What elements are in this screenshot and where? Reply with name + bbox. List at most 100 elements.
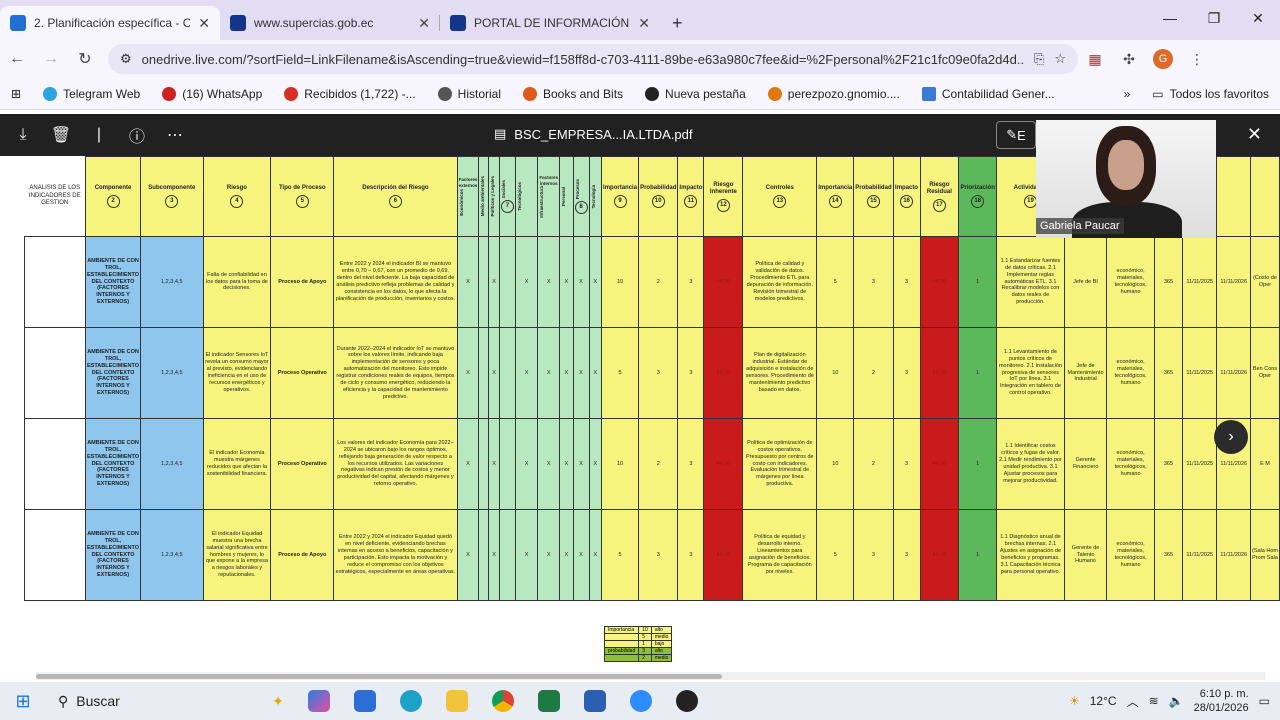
factor-column: Tecnología — [588, 156, 603, 237]
probabilidad-cell: 3 — [638, 509, 679, 601]
wifi-icon[interactable]: ≋ — [1149, 694, 1159, 708]
forward-icon[interactable]: → — [34, 50, 68, 68]
store-icon[interactable] — [342, 682, 388, 720]
factor-mark: X — [537, 236, 561, 328]
minimize-icon[interactable]: — — [1148, 0, 1192, 36]
browser-toolbar: ← → ↻ ⚙ onedrive.live.com/?sortField=Lin… — [0, 40, 1280, 78]
riesgo-residual-cell: 44,70 — [919, 509, 960, 601]
menu-dots-icon[interactable]: ⋮ — [1180, 51, 1214, 68]
factor-column: Factores internos Infraestructura — [537, 156, 561, 237]
subcomponente-cell: 1,2,3,4,5 — [140, 327, 204, 419]
zoom-icon[interactable] — [618, 682, 664, 720]
factor-mark: X — [514, 509, 539, 601]
probabilidad-cell: 2 — [853, 327, 894, 419]
componente-cell: AMBIENTE DE CON TROL, ESTABLECIMIENTO DE… — [84, 236, 142, 328]
bookmarks-bar: ⊞ Telegram Web (16) WhatsApp Recibidos (… — [0, 78, 1280, 110]
copilot-icon[interactable] — [296, 682, 342, 720]
controles-cell: Política de equidad y desarrollo interno… — [742, 509, 818, 601]
actividades-cell: 1.1 Diagnóstico anual de brechas interna… — [996, 509, 1065, 601]
bookmark-star-icon[interactable]: ☆ — [1054, 51, 1066, 67]
more-icon[interactable]: ⋯ — [160, 125, 190, 145]
riesgo-inherente-cell: 44,70 — [703, 509, 744, 601]
info-icon[interactable]: ⓘ — [122, 123, 152, 147]
next-page-button[interactable]: › — [1214, 420, 1248, 454]
chevron-up-icon[interactable]: ︿ — [1127, 693, 1139, 710]
importancia-cell: 5 — [816, 509, 855, 601]
all-favorites[interactable]: ▭ Todos los favoritos — [1141, 87, 1280, 101]
factor-mark: X — [456, 418, 480, 510]
start-button[interactable]: ⊞ — [0, 682, 46, 720]
factor-column: Personal — [559, 156, 574, 237]
riesgo-cell: Falta de confiabilidad en los datos para… — [202, 236, 272, 328]
explorer-icon[interactable] — [434, 682, 480, 720]
video-call-overlay: Gabriela Paucar — [1036, 120, 1216, 238]
impacto-cell: 3 — [677, 418, 705, 510]
extension-icon[interactable]: ▦ — [1078, 51, 1112, 68]
chrome-icon[interactable] — [480, 682, 526, 720]
bookmark-telegram[interactable]: Telegram Web — [32, 86, 151, 101]
fecha-inicio-cell: 11/11/2025 — [1181, 418, 1218, 510]
actividades-cell: 1.1 Estandarizar fuentes de datos crític… — [996, 236, 1065, 328]
apps-grid-icon[interactable]: ⊞ — [0, 87, 32, 101]
importancia-cell: 10 — [601, 236, 640, 328]
legend-cell: alto — [650, 626, 673, 634]
close-tab-icon[interactable]: ✕ — [418, 15, 430, 32]
factor-mark — [478, 236, 490, 328]
back-icon[interactable]: ← — [0, 50, 34, 68]
restore-icon[interactable]: ❐ — [1192, 0, 1236, 36]
horizontal-scrollbar[interactable] — [36, 672, 1266, 680]
edit-button[interactable]: ✎ E — [996, 121, 1036, 149]
bookmark-books[interactable]: Books and Bits — [512, 86, 634, 101]
notification-icon[interactable]: ▭ — [1259, 694, 1270, 708]
row-label-cell — [24, 418, 86, 510]
word-icon[interactable] — [572, 682, 618, 720]
extensions-puzzle-icon[interactable]: ✣ — [1112, 51, 1146, 68]
clock[interactable]: 6:10 p. m. 28/01/2026 — [1194, 687, 1249, 715]
media-icon[interactable] — [664, 682, 710, 720]
reload-icon[interactable]: ↻ — [68, 49, 102, 69]
delete-icon[interactable]: 🗑 — [46, 125, 76, 145]
close-viewer-icon[interactable]: ✕ — [1247, 124, 1262, 145]
site-info-icon[interactable]: ⚙ — [120, 51, 132, 67]
impacto-cell: 3 — [892, 236, 921, 328]
address-bar[interactable]: ⚙ onedrive.live.com/?sortField=LinkFilen… — [108, 44, 1078, 74]
bookmark-nueva[interactable]: Nueva pestaña — [634, 86, 757, 101]
impacto-cell: 3 — [892, 418, 921, 510]
table-row: AMBIENTE DE CON TROL, ESTABLECIMIENTO DE… — [24, 509, 1280, 601]
bookmark-gmail[interactable]: Recibidos (1,722) -... — [273, 86, 426, 101]
close-tab-icon[interactable]: ✕ — [638, 15, 650, 32]
close-tab-icon[interactable]: ✕ — [198, 15, 210, 32]
tab-portal[interactable]: PORTAL DE INFORMACIÓN / C ✕ — [440, 6, 660, 40]
new-tab-button[interactable]: + — [660, 6, 695, 40]
close-window-icon[interactable]: ✕ — [1236, 0, 1280, 36]
factor-mark: X — [514, 236, 539, 328]
fecha-inicio-cell: 11/11/2025 — [1181, 509, 1218, 601]
factor-mark: X — [514, 327, 539, 419]
dias-cell: 365 — [1153, 236, 1184, 328]
priorizacion-cell: 1 — [958, 236, 998, 328]
edge-icon[interactable] — [388, 682, 434, 720]
componente-cell: AMBIENTE DE CON TROL, ESTABLECIMIENTO DE… — [84, 418, 142, 510]
column-header: Tipo de Proceso 5 — [270, 156, 335, 237]
volume-icon[interactable]: 🔈 — [1169, 694, 1184, 708]
subcomponente-cell: 1,2,3,4,5 — [140, 418, 204, 510]
riesgo-residual-cell: 44,70 — [919, 418, 960, 510]
bookmark-contabilidad[interactable]: Contabilidad Gener... — [911, 86, 1066, 101]
bookmarks-overflow[interactable]: » — [1113, 87, 1142, 101]
bookmark-whatsapp[interactable]: (16) WhatsApp — [151, 86, 273, 101]
install-app-icon[interactable]: ⎘ — [1034, 51, 1044, 67]
fecha-fin-cell: 11/11/2026 — [1216, 509, 1251, 601]
tab-supercias[interactable]: www.supercias.gob.ec ✕ — [220, 6, 440, 40]
tab-onedrive[interactable]: 2. Planificación específica - One ✕ — [0, 6, 220, 40]
profile-avatar[interactable]: G — [1146, 49, 1180, 69]
download-icon[interactable]: ⤓ — [8, 126, 38, 144]
row-label-cell — [24, 509, 86, 601]
taskbar-search[interactable]: ⚲ Buscar ✦ — [46, 685, 296, 717]
bookmark-perezpozo[interactable]: perezpozo.gnomio.... — [757, 86, 911, 101]
bookmark-historial[interactable]: Historial — [427, 86, 512, 101]
weather-icon[interactable]: ☀ — [1069, 694, 1080, 708]
column-header: Subcomponente 3 — [140, 156, 204, 237]
divider: | — [96, 126, 102, 143]
legend-cell: medio — [650, 654, 673, 662]
excel-icon[interactable] — [526, 682, 572, 720]
